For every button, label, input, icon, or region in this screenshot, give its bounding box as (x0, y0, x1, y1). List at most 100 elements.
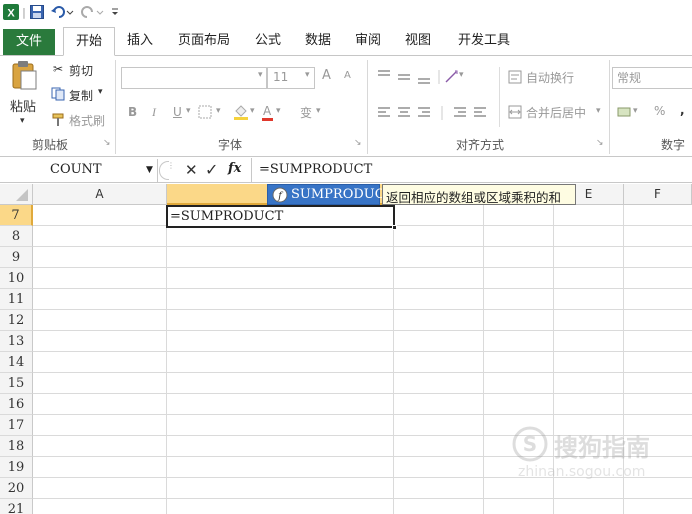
enter-icon[interactable]: ✓ (205, 160, 218, 179)
name-box-dropdown-icon[interactable]: ▼ (146, 165, 153, 175)
row-header[interactable]: 20 (0, 478, 33, 499)
active-cell-b7[interactable]: =SUMPRODUCT (166, 205, 397, 230)
font-size-value: 11 (273, 70, 289, 84)
cut-button[interactable]: 剪切 (69, 62, 93, 79)
vertical-align-icons[interactable] (376, 68, 462, 86)
gridline-h (33, 267, 692, 268)
tab-home[interactable]: 开始 (63, 27, 115, 56)
italic-button[interactable]: I (152, 105, 156, 120)
undo-icon[interactable] (50, 3, 76, 21)
border-dropdown-icon[interactable]: ▾ (216, 106, 221, 116)
row-header[interactable]: 15 (0, 373, 33, 394)
accounting-format-icon[interactable] (617, 105, 631, 122)
row-header[interactable]: 7 (0, 205, 33, 226)
gridline-h (33, 288, 692, 289)
paste-dropdown-icon[interactable]: ▾ (20, 116, 25, 126)
underline-button[interactable]: U (173, 105, 182, 119)
copy-icon[interactable] (51, 87, 65, 104)
tab-file[interactable]: 文件 (3, 29, 55, 55)
percent-style-button[interactable]: % (654, 104, 665, 118)
ribbon-separator (609, 60, 610, 154)
column-header-f[interactable]: F (624, 184, 692, 205)
comma-style-button[interactable]: , (680, 103, 685, 117)
gridline-h (33, 372, 692, 373)
formula-bar-grip-icon: ⋮ (167, 161, 175, 170)
paste-button[interactable]: 粘贴 (10, 96, 36, 115)
phonetic-button[interactable]: 变 (300, 104, 312, 121)
phonetic-dropdown-icon[interactable]: ▾ (316, 106, 321, 116)
alignment-launcher-icon[interactable]: ↘ (596, 138, 604, 148)
clipboard-launcher-icon[interactable]: ↘ (103, 138, 111, 148)
gridline-h (33, 330, 692, 331)
shrink-font-button[interactable]: A (344, 70, 351, 81)
customize-qat-icon[interactable] (108, 3, 122, 21)
bold-button[interactable]: B (128, 105, 137, 119)
row-header[interactable]: 16 (0, 394, 33, 415)
row-header[interactable]: 12 (0, 310, 33, 331)
grow-font-button[interactable]: A (322, 68, 331, 83)
tab-developer[interactable]: 开发工具 (449, 27, 519, 56)
select-all-corner[interactable] (0, 184, 33, 205)
copy-button[interactable]: 复制 (69, 87, 93, 104)
font-color-dropdown-icon[interactable]: ▾ (276, 106, 281, 116)
row-header[interactable]: 17 (0, 415, 33, 436)
formula-input[interactable]: =SUMPRODUCT (251, 158, 692, 183)
row-header[interactable]: 18 (0, 436, 33, 457)
fill-color-dropdown-icon[interactable]: ▾ (250, 106, 255, 116)
copy-dropdown-icon[interactable]: ▾ (98, 87, 103, 97)
font-color-button[interactable]: A (263, 104, 271, 118)
autocomplete-item-sumproduct[interactable]: f SUMPRODUCT (267, 184, 393, 205)
tab-page-layout[interactable]: 页面布局 (170, 27, 238, 56)
gridline-h (33, 498, 692, 499)
fill-handle[interactable] (392, 225, 397, 230)
row-header[interactable]: 21 (0, 499, 33, 514)
tab-view[interactable]: 视图 (398, 27, 438, 56)
horizontal-align-icons[interactable] (376, 104, 486, 122)
fill-color-icon[interactable] (233, 104, 249, 123)
row-header[interactable]: 8 (0, 226, 33, 247)
row-header[interactable]: 11 (0, 289, 33, 310)
row-header[interactable]: 14 (0, 352, 33, 373)
orientation-dropdown-icon[interactable]: ▾ (459, 70, 464, 80)
row-header[interactable]: 13 (0, 331, 33, 352)
active-cell-value: =SUMPRODUCT (170, 209, 284, 224)
cut-icon[interactable]: ✂ (53, 62, 63, 76)
gridline-v (393, 205, 394, 514)
ribbon-home: 粘贴 ▾ ✂ 剪切 复制 ▾ 格式刷 剪贴板 ↘ ▾ 11 ▾ A A B I … (0, 56, 692, 157)
merge-center-icon[interactable] (508, 105, 522, 122)
row-header[interactable]: 19 (0, 457, 33, 478)
font-name-dropdown-icon[interactable]: ▾ (258, 70, 263, 80)
tab-review[interactable]: 审阅 (348, 27, 388, 56)
format-painter-button[interactable]: 格式刷 (69, 112, 105, 129)
paste-icon[interactable] (10, 60, 40, 90)
save-icon[interactable] (28, 3, 46, 21)
accounting-dropdown-icon[interactable]: ▾ (633, 106, 638, 116)
wrap-text-icon[interactable] (508, 70, 522, 87)
border-icon[interactable] (198, 105, 212, 122)
format-painter-icon[interactable] (52, 113, 66, 130)
underline-dropdown-icon[interactable]: ▾ (186, 106, 191, 116)
qat-separator: | (22, 5, 26, 19)
row-header[interactable]: 10 (0, 268, 33, 289)
row-header[interactable]: 9 (0, 247, 33, 268)
wrap-text-button[interactable]: 自动换行 (526, 69, 574, 86)
font-launcher-icon[interactable]: ↘ (354, 138, 362, 148)
gridline-h (33, 246, 692, 247)
quick-access-toolbar: X | (0, 0, 692, 24)
tab-formulas[interactable]: 公式 (248, 27, 288, 56)
alignment-group-label: 对齐方式 (455, 138, 504, 152)
tab-insert[interactable]: 插入 (120, 27, 160, 56)
font-size-dropdown-icon[interactable]: ▾ (305, 70, 310, 80)
merge-dropdown-icon[interactable]: ▾ (596, 106, 601, 116)
font-name-combo[interactable] (121, 67, 267, 89)
cancel-icon[interactable]: ✕ (185, 161, 198, 179)
redo-icon[interactable] (80, 3, 106, 21)
worksheet-grid[interactable]: A B C D E F 789101112131415161718192021 … (0, 184, 692, 514)
column-header-a[interactable]: A (33, 184, 167, 205)
insert-function-icon[interactable]: fx (228, 161, 241, 176)
merge-center-button[interactable]: 合并后居中 (526, 104, 586, 121)
tab-data[interactable]: 数据 (298, 27, 338, 56)
name-box[interactable]: COUNT ▼ (0, 159, 158, 182)
watermark-brand: 搜狗指南 (554, 434, 650, 462)
excel-logo-icon[interactable]: X (2, 3, 20, 21)
